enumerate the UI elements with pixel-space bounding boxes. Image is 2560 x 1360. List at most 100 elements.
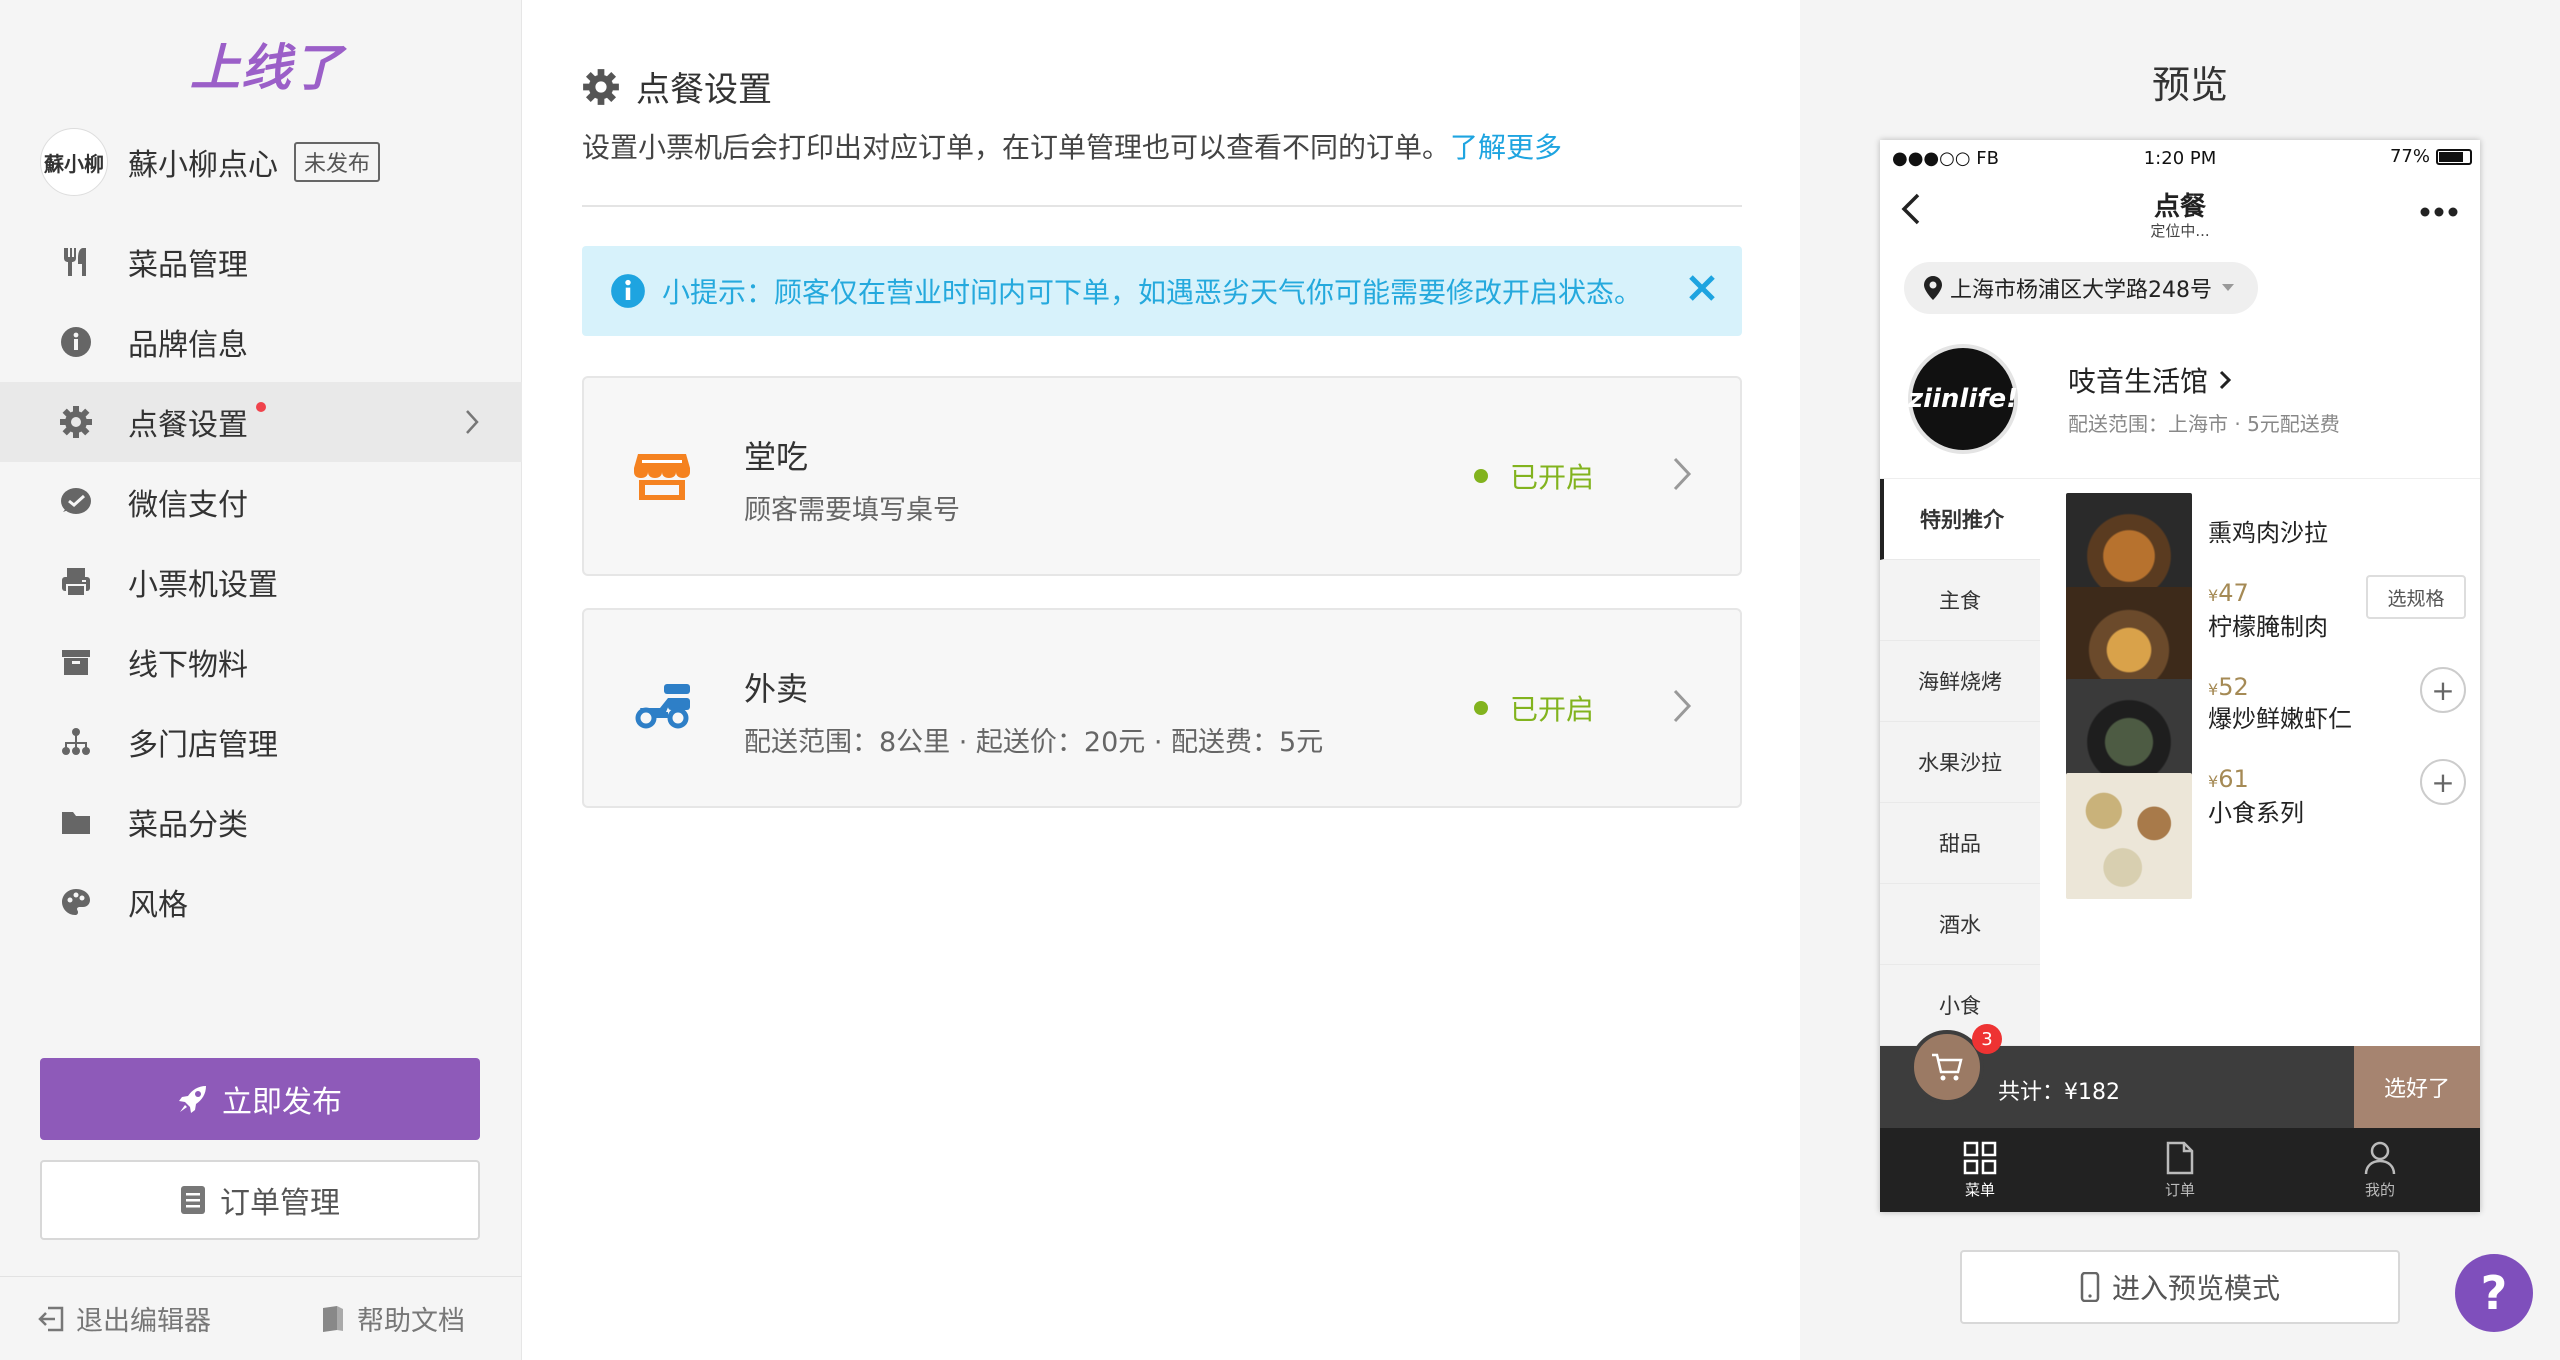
preview-panel: 预览 ●●●○○ FB 1:20 PM 77% 点餐 定位中... 上海市杨浦区… [1800, 0, 2560, 1360]
caret-down-icon [2222, 284, 2234, 292]
address-selector[interactable]: 上海市杨浦区大学路248号 [1904, 262, 2258, 314]
exit-editor-label: 退出编辑器 [76, 1306, 211, 1337]
dish-name: 小食系列 [2208, 799, 2304, 827]
tab-menu[interactable]: 菜单 [1880, 1128, 2080, 1212]
help-docs-link[interactable]: 帮助文档 [319, 1299, 465, 1338]
wechat-pay-icon [58, 484, 94, 520]
delivery-card[interactable]: 外卖 配送范围：8公里 · 起送价：20元 · 配送费：5元 已开启 [582, 608, 1742, 808]
tab-profile[interactable]: 我的 [2280, 1128, 2480, 1212]
status-dot [1474, 469, 1488, 483]
order-management-button[interactable]: 订单管理 [40, 1160, 480, 1240]
sidebar-item-wechat-pay[interactable]: 微信支付 [0, 462, 522, 542]
document-icon [180, 1185, 206, 1215]
order-management-label: 订单管理 [220, 1186, 340, 1221]
sidebar-item-label: 品牌信息 [128, 328, 248, 363]
publish-label: 立即发布 [222, 1085, 342, 1120]
chevron-right-icon [1670, 686, 1694, 730]
store-name: 蘇小柳点心 [128, 148, 278, 183]
category-item[interactable]: 酒水 [1880, 884, 2040, 965]
gear-icon [582, 68, 620, 106]
category-item[interactable]: 特别推介 [1880, 479, 2040, 560]
app-logo[interactable]: 上线了 [190, 28, 343, 100]
sidebar-item-label: 菜品分类 [128, 808, 248, 843]
shop-logo: ziinlife! [1908, 344, 2018, 454]
store-header: 蘇小柳 蘇小柳点心 未发布 [40, 128, 381, 196]
tip-text: 小提示：顾客仅在营业时间内可下单，如遇恶劣天气你可能需要修改开启状态。 [662, 276, 1643, 309]
status-label: 已开启 [1510, 693, 1595, 726]
notification-dot [256, 402, 266, 412]
main-panel: 点餐设置 设置小票机后会打印出对应订单，在订单管理也可以查看不同的订单。了解更多… [522, 0, 1800, 1360]
palette-icon [58, 884, 94, 920]
sidebar-item-label: 小票机设置 [128, 568, 278, 603]
sitemap-icon [58, 724, 94, 760]
shop-name: 吱音生活馆 [2068, 360, 2232, 400]
chevron-right-icon [2218, 369, 2232, 391]
chevron-right-icon [1670, 454, 1694, 498]
sidebar-item-style[interactable]: 风格 [0, 862, 522, 942]
tab-label: 我的 [2364, 1180, 2395, 1199]
page-title-text: 点餐设置 [636, 70, 772, 110]
sidebar-item-order-settings[interactable]: 点餐设置 [0, 382, 522, 462]
more-icon[interactable] [2420, 202, 2458, 221]
tab-label: 订单 [2164, 1180, 2195, 1199]
battery-status: 77% [2390, 146, 2472, 167]
status-indicator: 已开启 [1474, 456, 1594, 496]
learn-more-link[interactable]: 了解更多 [1450, 131, 1562, 164]
dish-list: 熏鸡肉沙拉 ¥47 选规格 柠檬腌制肉 ¥52 + 爆炒鲜嫩虾仁 ¥61 + 小… [2040, 479, 2480, 1053]
user-icon [2364, 1141, 2396, 1174]
sidebar-item-label: 点餐设置 [128, 408, 248, 443]
sidebar-item-categories[interactable]: 菜品分类 [0, 782, 522, 862]
address-text: 上海市杨浦区大学路248号 [1950, 278, 2212, 303]
preview-title: 预览 [2151, 63, 2228, 107]
chevron-right-icon [462, 406, 482, 442]
info-icon [610, 273, 646, 309]
sidebar-item-offline-materials[interactable]: 线下物料 [0, 622, 522, 702]
category-item[interactable]: 主食 [1880, 560, 2040, 641]
battery-icon [2436, 148, 2472, 165]
sidebar-item-dishes[interactable]: 菜品管理 [0, 222, 522, 302]
document-icon [2166, 1141, 2194, 1174]
card-title: 外卖 [744, 670, 809, 708]
sidebar-item-label: 微信支付 [128, 488, 248, 523]
publish-button[interactable]: 立即发布 [40, 1058, 480, 1140]
sidebar-item-printer[interactable]: 小票机设置 [0, 542, 522, 622]
close-icon[interactable] [1686, 272, 1718, 308]
description-text: 设置小票机后会打印出对应订单，在订单管理也可以查看不同的订单。 [582, 131, 1451, 164]
phone-tabbar: 菜单 订单 我的 [1880, 1128, 2480, 1212]
card-title: 堂吃 [744, 438, 809, 476]
menu-section: 特别推介 主食 海鲜烧烤 水果沙拉 甜品 酒水 小食 熏鸡肉沙拉 ¥47 选规格… [1880, 478, 2480, 1053]
help-button[interactable]: ? [2455, 1254, 2533, 1332]
dish-image [2066, 773, 2192, 899]
store-icon [634, 448, 690, 508]
category-item[interactable]: 水果沙拉 [1880, 722, 2040, 803]
checkout-button[interactable]: 选好了 [2354, 1046, 2480, 1128]
category-list: 特别推介 主食 海鲜烧烤 水果沙拉 甜品 酒水 小食 [1880, 479, 2040, 1053]
sidebar-item-label: 菜品管理 [128, 248, 248, 283]
phone-preview[interactable]: ●●●○○ FB 1:20 PM 77% 点餐 定位中... 上海市杨浦区大学路… [1880, 140, 2480, 1212]
divider [582, 205, 1742, 207]
sidebar-item-multi-store[interactable]: 多门店管理 [0, 702, 522, 782]
page-description: 设置小票机后会打印出对应订单，在订单管理也可以查看不同的订单。了解更多 [582, 126, 1562, 166]
category-item[interactable]: 海鲜烧烤 [1880, 641, 2040, 722]
sidebar-item-label: 风格 [128, 888, 188, 923]
enter-preview-label: 进入预览模式 [2111, 1272, 2280, 1305]
sidebar-item-label: 多门店管理 [128, 728, 278, 763]
enter-preview-button[interactable]: 进入预览模式 [1960, 1250, 2400, 1324]
category-item[interactable]: 甜品 [1880, 803, 2040, 884]
status-badge: 未发布 [294, 142, 381, 182]
shop-subtitle: 配送范围：上海市 · 5元配送费 [2068, 412, 2340, 436]
book-icon [319, 1304, 347, 1334]
exit-editor-link[interactable]: 退出编辑器 [36, 1299, 211, 1338]
dish-item[interactable]: 小食系列 [2066, 773, 2466, 903]
printer-icon [58, 564, 94, 600]
card-subtitle: 配送范围：8公里 · 起送价：20元 · 配送费：5元 [744, 727, 1324, 758]
dine-in-card[interactable]: 堂吃 顾客需要填写桌号 已开启 [582, 376, 1742, 576]
cart-bar: 3 共计：¥182 选好了 [1880, 1024, 2480, 1128]
card-subtitle: 顾客需要填写桌号 [744, 495, 960, 526]
tab-label: 菜单 [1964, 1180, 1995, 1199]
tab-orders[interactable]: 订单 [2080, 1128, 2280, 1212]
store-avatar[interactable]: 蘇小柳 [40, 128, 108, 196]
location-pin-icon [1924, 276, 1942, 300]
sidebar-item-brand[interactable]: 品牌信息 [0, 302, 522, 382]
utensils-icon [58, 244, 94, 280]
